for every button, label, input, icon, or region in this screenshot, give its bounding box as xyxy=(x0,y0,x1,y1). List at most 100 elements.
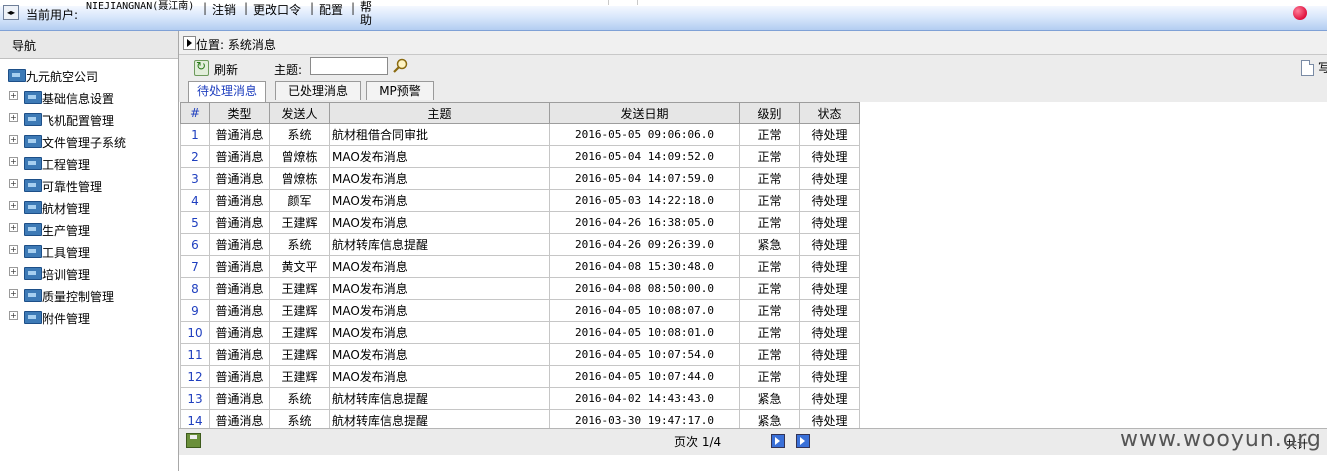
column-header-subject[interactable]: 主题 xyxy=(329,102,550,124)
tab-pending-messages[interactable]: 待处理消息 xyxy=(188,81,266,102)
last-page-icon[interactable] xyxy=(796,434,810,448)
logout-link[interactable]: 注销 xyxy=(212,1,236,18)
row-send-date: 2016-05-04 14:07:59.0 xyxy=(549,167,740,190)
tree-item-training[interactable]: + 培训管理 xyxy=(9,265,169,282)
expand-icon[interactable]: + xyxy=(9,267,18,276)
tree-item-quality-control[interactable]: + 质量控制管理 xyxy=(9,287,169,304)
change-password-link[interactable]: 更改口令 xyxy=(253,1,301,18)
row-subject[interactable]: 航材租借合同审批 xyxy=(329,123,550,146)
table-row[interactable]: 11 普通消息 王建辉 MAO发布消息 2016-04-05 10:07:54.0 正常待… xyxy=(180,343,860,366)
row-index: 9 xyxy=(180,299,210,322)
tree-item-materials[interactable]: + 航材管理 xyxy=(9,199,169,216)
folder-icon xyxy=(24,179,42,192)
table-row[interactable]: 5 普通消息 王建辉 MAO发布消息 2016-04-26 16:38:05.0 正常 待处… xyxy=(180,211,860,234)
row-subject[interactable]: 航材转库信息提醒 xyxy=(329,233,550,256)
tree-item-reliability[interactable]: + 可靠性管理 xyxy=(9,177,169,194)
row-level: 正常 xyxy=(739,123,800,146)
row-subject[interactable]: MAO发布消息 xyxy=(329,145,550,168)
table-row[interactable]: 13 普通消息 系统 航材转库信息提醒 2016-04-02 14:43:43.0 紧急待… xyxy=(180,387,860,410)
expand-icon[interactable]: + xyxy=(9,179,18,188)
status-dot-icon[interactable] xyxy=(1293,6,1307,20)
expand-icon[interactable]: + xyxy=(9,289,18,298)
expand-icon[interactable]: + xyxy=(9,245,18,254)
row-status: 待处理 xyxy=(799,299,860,322)
refresh-icon[interactable] xyxy=(194,59,209,76)
row-sender: 王建辉 xyxy=(269,343,330,366)
config-link[interactable]: 配置 xyxy=(319,1,343,18)
menu-separator: | xyxy=(351,1,356,15)
row-send-date: 2016-04-05 10:07:54.0 xyxy=(549,343,740,366)
tree-item-tools[interactable]: + 工具管理 xyxy=(9,243,169,260)
row-type: 普通消息 xyxy=(209,387,270,410)
search-icon[interactable] xyxy=(392,58,408,74)
row-level: 正常 xyxy=(739,321,800,344)
table-row[interactable]: 7 普通消息 黄文平 MAO发布消息 2016-04-08 15:30:48.0 正常 待处… xyxy=(180,255,860,278)
tree-item-aircraft-config[interactable]: + 飞机配置管理 xyxy=(9,111,169,128)
expand-icon[interactable]: + xyxy=(9,311,18,320)
subject-input[interactable] xyxy=(310,57,388,75)
row-subject[interactable]: MAO发布消息 xyxy=(329,343,550,366)
row-subject[interactable]: MAO发布消息 xyxy=(329,189,550,212)
row-subject[interactable]: MAO发布消息 xyxy=(329,321,550,344)
tree-root-company[interactable]: 九元航空公司 xyxy=(8,67,128,84)
tab-processed-messages[interactable]: 已处理消息 xyxy=(275,81,361,100)
table-row[interactable]: 9 普通消息 王建辉 MAO发布消息 2016-04-05 10:08:07.0 正常 待处… xyxy=(180,299,860,322)
expand-icon[interactable]: + xyxy=(9,157,18,166)
refresh-button[interactable]: 刷新 xyxy=(214,61,238,78)
row-subject[interactable]: MAO发布消息 xyxy=(329,167,550,190)
tree-item-engineering[interactable]: + 工程管理 xyxy=(9,155,169,172)
column-header-level[interactable]: 级别 xyxy=(739,102,800,124)
row-sender: 王建辉 xyxy=(269,321,330,344)
table-row[interactable]: 8 普通消息 王建辉 MAO发布消息 2016-04-08 08:50:00.0 正常 待处… xyxy=(180,277,860,300)
current-user-label: 当前用户: xyxy=(26,8,79,22)
row-sender: 颜军 xyxy=(269,189,330,212)
location-arrow-icon[interactable] xyxy=(183,36,196,50)
table-row[interactable]: 6 普通消息 系统 航材转库信息提醒 2016-04-26 09:26:39.0 紧急 待处… xyxy=(180,233,860,256)
document-icon[interactable] xyxy=(1301,60,1314,76)
column-header-type[interactable]: 类型 xyxy=(209,102,270,124)
row-subject[interactable]: MAO发布消息 xyxy=(329,211,550,234)
row-subject[interactable]: 航材转库信息提醒 xyxy=(329,387,550,410)
table-row[interactable]: 4 普通消息 颜军 MAO发布消息 2016-05-03 14:22:18.0 正常 待处理 xyxy=(180,189,860,212)
table-row[interactable]: 10 普通消息 王建辉 MAO发布消息 2016-04-05 10:08:01.0 正常待… xyxy=(180,321,860,344)
expand-icon[interactable]: + xyxy=(9,91,18,100)
row-index: 12 xyxy=(180,365,210,388)
table-row[interactable]: 3 普通消息 曾燎栋 MAO发布消息 2016-05-04 14:07:59.0 正常 待处… xyxy=(180,167,860,190)
tree-item-components[interactable]: + 附件管理 xyxy=(9,309,169,326)
column-header-status[interactable]: 状态 xyxy=(799,102,860,124)
help-link[interactable]: 帮助 xyxy=(360,1,374,27)
tab-mp-warning[interactable]: MP预警 xyxy=(366,81,434,100)
tree-item-label: 工具管理 xyxy=(42,246,91,260)
table-row[interactable]: 2 普通消息 曾燎栋 MAO发布消息 2016-05-04 14:09:52.0 正常 待处… xyxy=(180,145,860,168)
folder-icon xyxy=(8,69,26,82)
message-table: # 类型 发送人 主题 发送日期 级别 状态 1 普通消息 系统 航材租借合同审批 20… xyxy=(180,102,860,432)
expand-icon[interactable]: + xyxy=(9,201,18,210)
column-header-index[interactable]: # xyxy=(180,102,210,124)
expand-icon[interactable]: + xyxy=(9,113,18,122)
tree-item-document-mgmt[interactable]: + 文件管理子系统 xyxy=(9,133,169,150)
tree-item-basic-info[interactable]: + 基础信息设置 xyxy=(9,89,169,106)
table-row[interactable]: 1 普通消息 系统 航材租借合同审批 2016-05-05 09:06:06.0 正常 待处… xyxy=(180,123,860,146)
column-header-sender[interactable]: 发送人 xyxy=(269,102,330,124)
row-sender: 王建辉 xyxy=(269,299,330,322)
row-subject[interactable]: MAO发布消息 xyxy=(329,299,550,322)
row-subject[interactable]: MAO发布消息 xyxy=(329,255,550,278)
column-header-send-date[interactable]: 发送日期 xyxy=(549,102,740,124)
row-sender: 系统 xyxy=(269,387,330,410)
location-bar xyxy=(179,31,1327,55)
tree-item-production[interactable]: + 生产管理 xyxy=(9,221,169,238)
expand-icon[interactable]: + xyxy=(9,135,18,144)
row-level: 正常 xyxy=(739,277,800,300)
menu-separator: | xyxy=(310,1,315,15)
write-label[interactable]: 写 xyxy=(1318,59,1327,76)
next-page-icon[interactable] xyxy=(771,434,785,448)
expand-icon[interactable]: + xyxy=(9,223,18,232)
save-icon[interactable] xyxy=(186,433,201,448)
row-level: 正常 xyxy=(739,299,800,322)
table-row[interactable]: 12 普通消息 王建辉 MAO发布消息 2016-04-05 10:07:44.0 正常待… xyxy=(180,365,860,388)
tree-item-label: 航材管理 xyxy=(42,202,91,216)
page-indicator: 页次 1/4 xyxy=(674,435,722,449)
row-subject[interactable]: MAO发布消息 xyxy=(329,365,550,388)
collapse-toggle-icon[interactable]: ◂▸ xyxy=(3,5,19,20)
row-subject[interactable]: MAO发布消息 xyxy=(329,277,550,300)
